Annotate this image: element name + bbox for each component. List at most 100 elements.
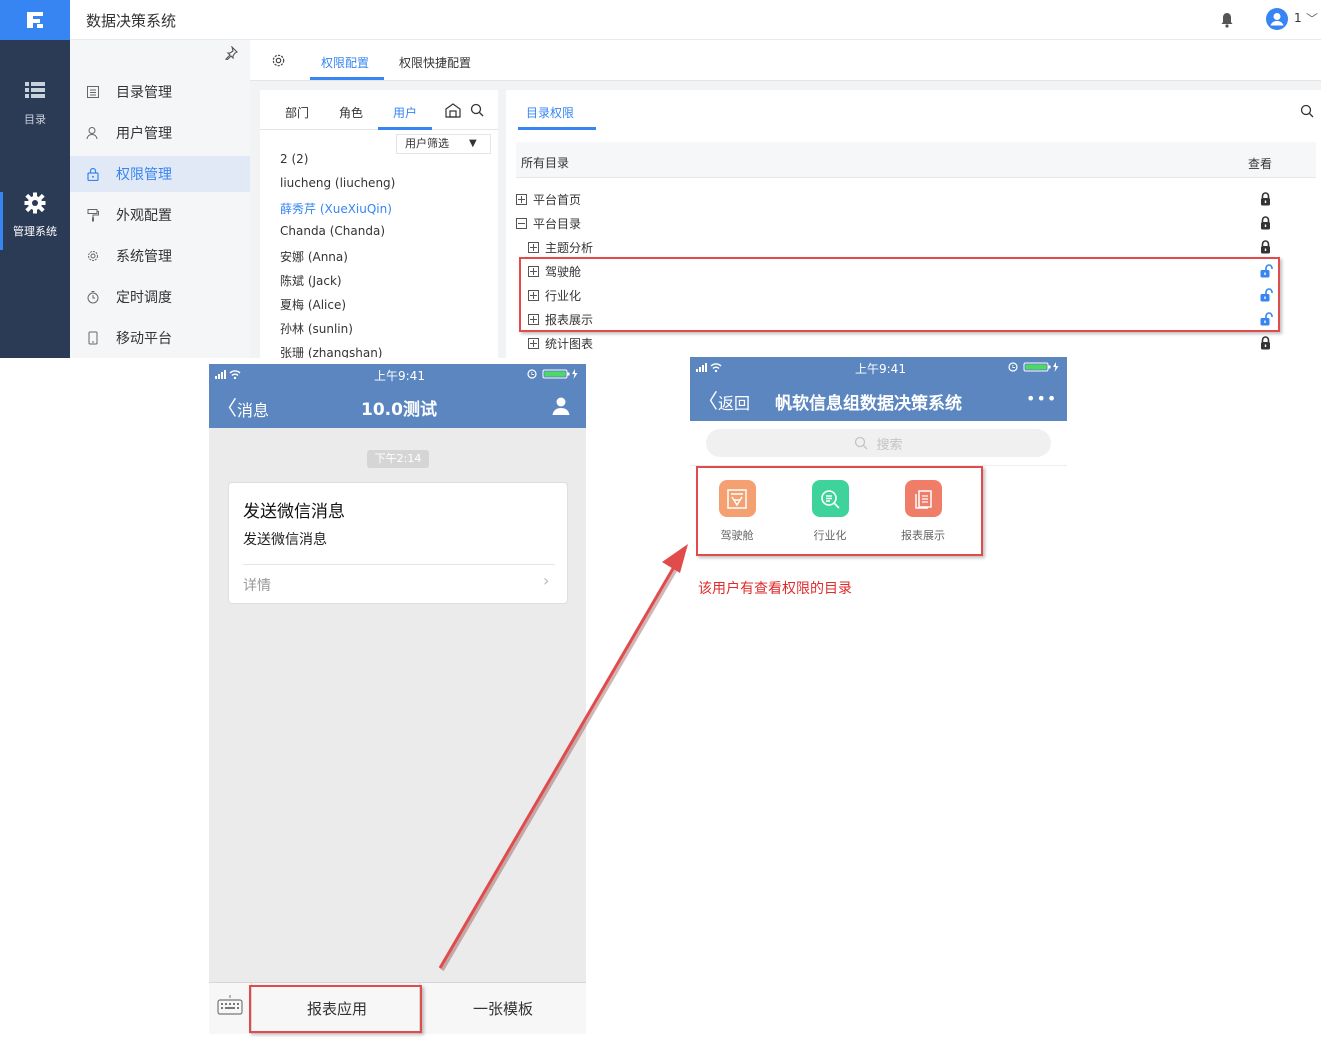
nav-management-label: 管理系统 xyxy=(13,225,57,238)
submenu-label: 外观配置 xyxy=(116,208,172,224)
top-bar: 数据决策系统 1 ﹀ xyxy=(70,0,1321,40)
search-placeholder: 搜索 xyxy=(876,437,903,453)
settings-gear-icon[interactable] xyxy=(271,53,286,68)
bell-icon[interactable] xyxy=(1220,12,1234,28)
tree-row[interactable]: 平台目录 xyxy=(516,215,581,232)
left-nav: 目录 管理系统 xyxy=(0,40,70,358)
tree-label: 主题分析 xyxy=(545,241,594,255)
user-list-item[interactable]: 孙林 (sunlin) xyxy=(280,320,353,337)
tree-label: 统计图表 xyxy=(545,337,594,351)
keyboard-icon[interactable] xyxy=(217,995,243,1015)
user-list-item[interactable]: liucheng (liucheng) xyxy=(280,176,395,190)
back-button[interactable]: 返回 xyxy=(718,390,750,414)
status-time: 上午9:41 xyxy=(374,369,425,383)
user-filter-label: 用户筛选 xyxy=(405,137,449,150)
mobile-icon xyxy=(88,331,98,345)
tab-user[interactable]: 用户 xyxy=(393,104,417,121)
dropdown-arrow-icon: ▼ xyxy=(469,138,477,149)
tree-row[interactable]: 统计图表 xyxy=(528,335,593,352)
battery-icon xyxy=(527,369,578,379)
tab-permission-quick-config[interactable]: 权限快捷配置 xyxy=(399,54,471,71)
submenu-item-catalog[interactable]: 目录管理 xyxy=(70,74,250,110)
submenu-item-system[interactable]: 系统管理 xyxy=(70,238,250,274)
tree-row[interactable]: 主题分析 xyxy=(528,239,593,256)
search-input[interactable]: 搜索 xyxy=(706,429,1051,457)
annotation-caption: 该用户有查看权限的目录 xyxy=(698,581,852,597)
tab-department[interactable]: 部门 xyxy=(285,104,309,121)
pin-icon[interactable] xyxy=(224,46,238,60)
message-timestamp: 下午2:14 xyxy=(367,450,429,468)
category-tabs: 部门 角色 用户 xyxy=(260,90,498,130)
nav-catalog-label: 目录 xyxy=(24,113,46,126)
expand-plus-icon[interactable] xyxy=(528,242,539,253)
user-filter-select[interactable]: 用户筛选 ▼ xyxy=(396,134,491,154)
logo[interactable] xyxy=(0,0,70,40)
org-structure-icon[interactable] xyxy=(444,102,462,118)
lock-closed-icon[interactable] xyxy=(1260,192,1271,206)
user-list-item-selected[interactable]: 薛秀芹 (XueXiuQin) xyxy=(280,200,392,217)
user-list-item[interactable]: 2 (2) xyxy=(280,152,308,166)
phone-report-screen: 上午9:41 〈 返回 帆软信息组数据决策系统 ••• 搜索 驾驶舱 行业化 报… xyxy=(690,357,1067,1027)
status-time: 上午9:41 xyxy=(855,362,906,376)
submenu-item-permissions[interactable]: 权限管理 xyxy=(70,156,250,192)
submenu-item-appearance[interactable]: 外观配置 xyxy=(70,197,250,233)
user-icon xyxy=(86,127,98,140)
app-title: 数据决策系统 xyxy=(86,12,177,30)
submenu-label: 权限管理 xyxy=(116,167,172,183)
lock-closed-icon[interactable] xyxy=(1260,240,1271,254)
annotation-arrow-icon xyxy=(438,544,688,972)
submenu-label: 系统管理 xyxy=(116,249,172,265)
nav-management[interactable]: 管理系统 xyxy=(0,192,70,239)
list-icon xyxy=(25,82,45,98)
search-icon xyxy=(855,436,868,450)
status-bar: 上午9:41 xyxy=(209,364,586,384)
avatar[interactable] xyxy=(1266,8,1288,30)
user-name[interactable]: 1 xyxy=(1294,11,1302,25)
submenu-item-scheduler[interactable]: 定时调度 xyxy=(70,279,250,315)
expand-plus-icon[interactable] xyxy=(528,338,539,349)
back-chevron-icon[interactable]: 〈 xyxy=(698,385,718,414)
detail-link[interactable]: 详情 xyxy=(243,575,271,595)
search-icon[interactable] xyxy=(1300,104,1314,118)
tab-role[interactable]: 角色 xyxy=(339,104,363,121)
submenu-item-mobile[interactable]: 移动平台 xyxy=(70,320,250,356)
lock-closed-icon[interactable] xyxy=(1260,336,1271,350)
header-all-catalogs: 所有目录 xyxy=(521,156,570,170)
nav-catalog[interactable]: 目录 xyxy=(0,80,70,127)
submenu-label: 移动平台 xyxy=(116,331,172,347)
back-chevron-icon[interactable]: 〈 xyxy=(217,392,237,421)
message-card-body: 发送微信消息 xyxy=(243,532,327,548)
tabs-bar: 权限配置 权限快捷配置 xyxy=(250,40,1321,81)
expand-plus-icon[interactable] xyxy=(516,194,527,205)
more-icon[interactable]: ••• xyxy=(1026,389,1057,408)
collapse-minus-icon[interactable] xyxy=(516,218,527,229)
highlight-box xyxy=(519,257,1280,332)
tree-label: 平台目录 xyxy=(533,217,582,231)
chat-title: 10.0测试 xyxy=(361,400,437,420)
nav-bar: 〈 消息 10.0测试 xyxy=(209,384,586,428)
person-icon[interactable] xyxy=(551,396,571,416)
chevron-down-icon[interactable]: ﹀ xyxy=(1306,10,1318,27)
user-list-item[interactable]: 夏梅 (Alice) xyxy=(280,296,346,313)
user-list-item[interactable]: 陈斌 (Jack) xyxy=(280,272,342,289)
lock-icon xyxy=(87,167,99,181)
user-list-item[interactable]: Chanda (Chanda) xyxy=(280,224,385,238)
admin-screenshot: 数据决策系统 1 ﹀ 目录 管理系统 目录管理 用户管理 权限管理 外观配置 系… xyxy=(0,0,1321,358)
submenu-item-users[interactable]: 用户管理 xyxy=(70,115,250,151)
user-list-item[interactable]: 张珊 (zhangshan) xyxy=(280,344,382,358)
search-icon[interactable] xyxy=(470,103,484,117)
submenu-label: 定时调度 xyxy=(116,290,172,306)
submenu-label: 目录管理 xyxy=(116,85,172,101)
fanruan-logo-icon xyxy=(27,12,43,28)
category-tab-underline xyxy=(378,127,432,130)
user-list-item[interactable]: 安娜 (Anna) xyxy=(280,248,348,265)
gear-icon xyxy=(24,192,46,214)
tab-catalog-permission[interactable]: 目录权限 xyxy=(526,104,574,121)
signal-wifi-icon xyxy=(696,363,722,372)
back-button[interactable]: 消息 xyxy=(237,397,269,421)
menu-template[interactable]: 一张模板 xyxy=(473,998,533,1019)
lock-closed-icon[interactable] xyxy=(1260,216,1271,230)
highlight-box xyxy=(249,985,422,1033)
tab-permission-config[interactable]: 权限配置 xyxy=(321,54,369,71)
tree-row[interactable]: 平台首页 xyxy=(516,191,581,208)
